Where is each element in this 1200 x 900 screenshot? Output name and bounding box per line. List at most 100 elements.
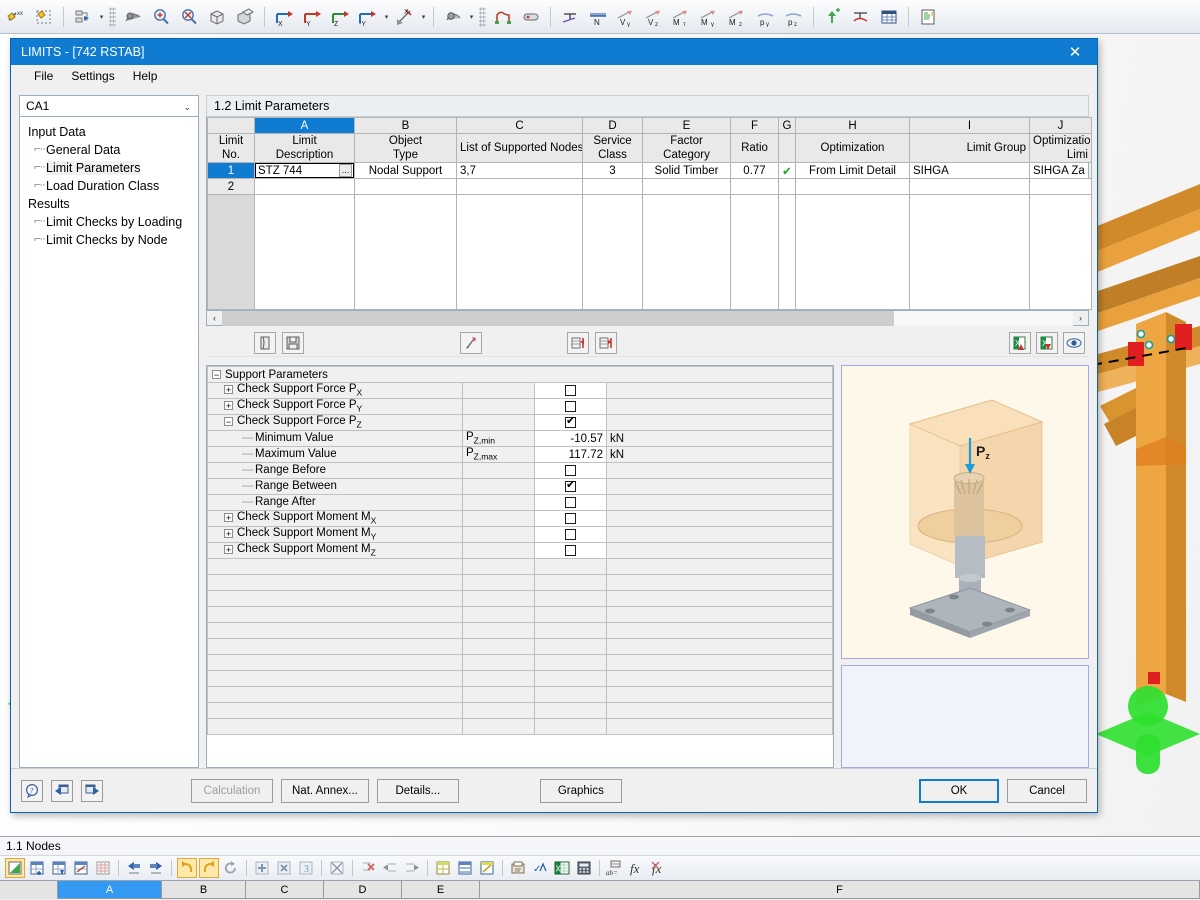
checkbox-range-before[interactable] bbox=[565, 465, 576, 476]
table-edit-icon[interactable] bbox=[71, 858, 91, 878]
bottom-table-panel[interactable]: 1.1 Nodes 3 ✓ X ab= fx fx bbox=[0, 836, 1200, 900]
refresh-icon[interactable] bbox=[221, 858, 241, 878]
cell-object-type[interactable]: Nodal Support bbox=[355, 163, 457, 179]
param-value-cell[interactable]: 117.72 bbox=[535, 447, 607, 463]
shear-force-vz-icon[interactable]: Vz bbox=[641, 4, 667, 30]
view-mode-icon[interactable] bbox=[1063, 332, 1085, 354]
group-title-cell[interactable]: −Support Parameters bbox=[208, 367, 833, 383]
param-row-maximum-value[interactable]: —Maximum Value PZ,max 117.72 kN bbox=[208, 447, 833, 463]
cell-check-status[interactable] bbox=[779, 179, 796, 195]
clear-formula-icon[interactable]: fx bbox=[649, 858, 669, 878]
shift-left-icon[interactable] bbox=[380, 858, 400, 878]
dialog-menubar[interactable]: File Settings Help bbox=[11, 65, 1097, 87]
new-selection-icon[interactable] bbox=[31, 4, 57, 30]
ok-button[interactable]: OK bbox=[919, 779, 999, 803]
param-row-check-support-force-px[interactable]: +Check Support Force PX bbox=[208, 383, 833, 399]
deflection-py-icon[interactable]: py bbox=[753, 4, 779, 30]
param-row-check-support-moment-mz[interactable]: +Check Support Moment MZ bbox=[208, 543, 833, 559]
navigation-tree[interactable]: Input Data ⌐··General Data ⌐··Limit Para… bbox=[19, 117, 199, 768]
scrollbar-thumb[interactable] bbox=[222, 311, 894, 326]
sidebar-item-general-data[interactable]: ⌐··General Data bbox=[26, 141, 198, 159]
param-label-cell[interactable]: +Check Support Force PY bbox=[208, 399, 463, 415]
table-filter-icon[interactable] bbox=[93, 858, 113, 878]
param-value-cell[interactable] bbox=[535, 495, 607, 511]
view-axonometric-icon[interactable]: X bbox=[392, 4, 418, 30]
param-group-header[interactable]: −Support Parameters bbox=[208, 367, 833, 383]
col-letter-f[interactable]: F bbox=[731, 118, 779, 134]
axial-force-n-icon[interactable]: N bbox=[585, 4, 611, 30]
bottom-col-d[interactable]: D bbox=[324, 881, 402, 899]
cell-factor-category[interactable] bbox=[643, 179, 731, 195]
description-editor[interactable]: STZ 744 ... bbox=[255, 163, 354, 178]
checkbox-py[interactable] bbox=[565, 401, 576, 412]
add-row-icon[interactable] bbox=[252, 858, 272, 878]
param-value-cell[interactable] bbox=[535, 527, 607, 543]
param-label-cell[interactable]: +Check Support Force PX bbox=[208, 383, 463, 399]
wireframe-cube-icon[interactable] bbox=[204, 4, 230, 30]
param-label-cell[interactable]: +Check Support Moment MX bbox=[208, 511, 463, 527]
help-icon[interactable]: ? bbox=[21, 780, 43, 802]
cell-ratio[interactable] bbox=[731, 179, 779, 195]
table-column-letter-row[interactable]: A B C D E F G H I J bbox=[208, 118, 1092, 134]
go-back-icon[interactable] bbox=[124, 858, 144, 878]
sidebar-item-load-duration-class[interactable]: ⌐··Load Duration Class bbox=[26, 177, 198, 195]
next-dialog-icon[interactable] bbox=[81, 780, 103, 802]
cell-ratio[interactable]: 0.77 bbox=[731, 163, 779, 179]
table-stripes-icon[interactable] bbox=[455, 858, 475, 878]
spell-check-icon[interactable]: ✓ bbox=[530, 858, 550, 878]
nat-annex-button[interactable]: Nat. Annex... bbox=[281, 779, 369, 803]
param-row-check-support-force-py[interactable]: +Check Support Force PY bbox=[208, 399, 833, 415]
param-value-cell[interactable] bbox=[535, 399, 607, 415]
cell-optimization-from[interactable]: SIHGA Za bbox=[1030, 163, 1092, 179]
bending-moment-my-icon[interactable]: My bbox=[697, 4, 723, 30]
bottom-col-b[interactable]: B bbox=[162, 881, 246, 899]
undo-icon[interactable] bbox=[177, 858, 197, 878]
dialog-footer[interactable]: ? Calculation Nat. Annex... Details... G… bbox=[11, 768, 1097, 812]
table-horizontal-scrollbar[interactable]: ‹ › bbox=[206, 311, 1089, 326]
param-row-check-support-moment-mx[interactable]: +Check Support Moment MX bbox=[208, 511, 833, 527]
param-row-check-support-force-pz[interactable]: −Check Support Force PZ bbox=[208, 415, 833, 431]
cell-limit-group[interactable] bbox=[910, 179, 1030, 195]
param-row-check-support-moment-my[interactable]: +Check Support Moment MY bbox=[208, 527, 833, 543]
cell-limit-description[interactable] bbox=[255, 179, 355, 195]
limit-parameters-table[interactable]: A B C D E F G H I J Limit No. bbox=[206, 117, 1089, 311]
expand-toggle-icon[interactable]: + bbox=[224, 401, 233, 410]
param-value-cell[interactable] bbox=[535, 543, 607, 559]
menu-settings[interactable]: Settings bbox=[62, 67, 123, 85]
calculator-icon[interactable] bbox=[574, 858, 594, 878]
bottom-col-f[interactable]: F bbox=[480, 881, 1200, 899]
menu-help[interactable]: Help bbox=[124, 67, 167, 85]
scrollbar-track[interactable] bbox=[222, 311, 1073, 326]
object-snap-icon[interactable] bbox=[70, 4, 96, 30]
scroll-left-icon[interactable]: ‹ bbox=[207, 313, 222, 323]
cell-check-status[interactable]: ✔ bbox=[779, 163, 796, 179]
graphics-button[interactable]: Graphics bbox=[540, 779, 622, 803]
insert-row-icon[interactable] bbox=[567, 332, 589, 354]
previous-dialog-icon[interactable] bbox=[51, 780, 73, 802]
col-letter-h[interactable]: H bbox=[796, 118, 910, 134]
toolbar-grip[interactable] bbox=[479, 7, 486, 27]
scroll-right-icon[interactable]: › bbox=[1073, 313, 1088, 323]
sidebar-item-limit-checks-by-loading[interactable]: ⌐··Limit Checks by Loading bbox=[26, 213, 198, 231]
view-z-icon[interactable]: Z bbox=[327, 4, 353, 30]
rename-icon[interactable]: ab= bbox=[605, 858, 625, 878]
col-letter-e[interactable]: E bbox=[643, 118, 731, 134]
param-row-range-before[interactable]: —Range Before bbox=[208, 463, 833, 479]
row-number[interactable]: 2 bbox=[208, 179, 255, 195]
param-row-range-between[interactable]: —Range Between bbox=[208, 479, 833, 495]
checkbox-pz[interactable] bbox=[565, 417, 576, 428]
param-label-cell[interactable]: −Check Support Force PZ bbox=[208, 415, 463, 431]
formula-icon[interactable]: fx bbox=[627, 858, 647, 878]
col-letter-j[interactable]: J bbox=[1030, 118, 1092, 134]
limits-dialog[interactable]: LIMITS - [742 RSTAB] ✕ File Settings Hel… bbox=[10, 38, 1098, 813]
browse-button[interactable]: ... bbox=[339, 164, 352, 177]
support-reactions-icon[interactable] bbox=[557, 4, 583, 30]
dropdown-arrow-icon[interactable]: ▾ bbox=[467, 13, 476, 21]
table-highlight-icon[interactable] bbox=[477, 858, 497, 878]
expand-toggle-icon[interactable]: + bbox=[224, 529, 233, 538]
cancel-button[interactable]: Cancel bbox=[1007, 779, 1087, 803]
shear-force-vy-icon[interactable]: Vy bbox=[613, 4, 639, 30]
torsional-moment-mt-icon[interactable]: Mт bbox=[669, 4, 695, 30]
cell-service-class[interactable]: 3 bbox=[583, 163, 643, 179]
checkbox-px[interactable] bbox=[565, 385, 576, 396]
